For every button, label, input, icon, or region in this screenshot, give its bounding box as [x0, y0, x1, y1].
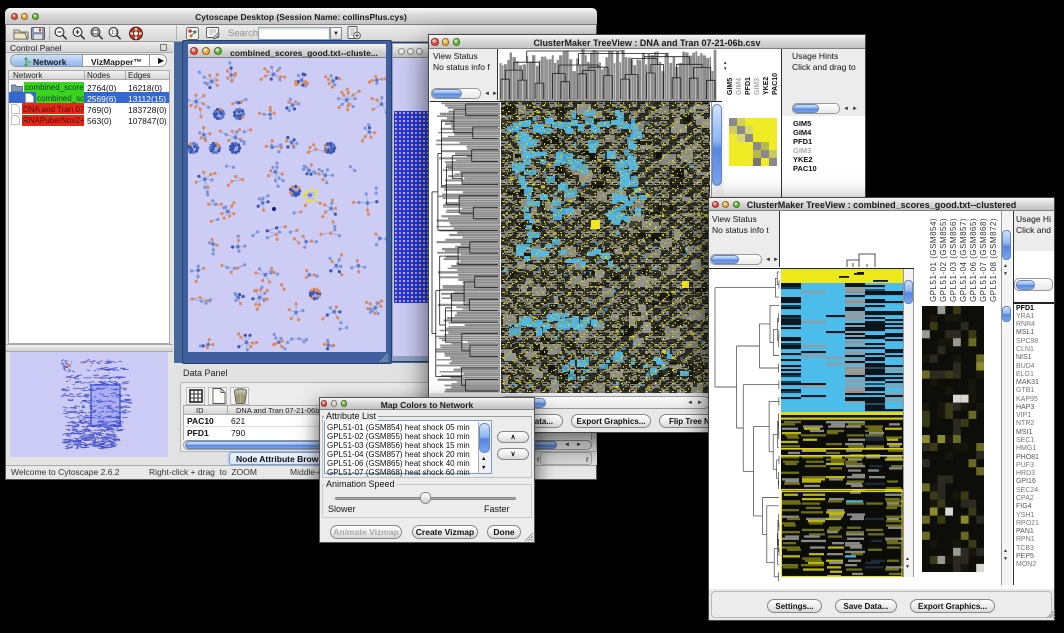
svg-text:1:1: 1:1: [111, 30, 118, 36]
